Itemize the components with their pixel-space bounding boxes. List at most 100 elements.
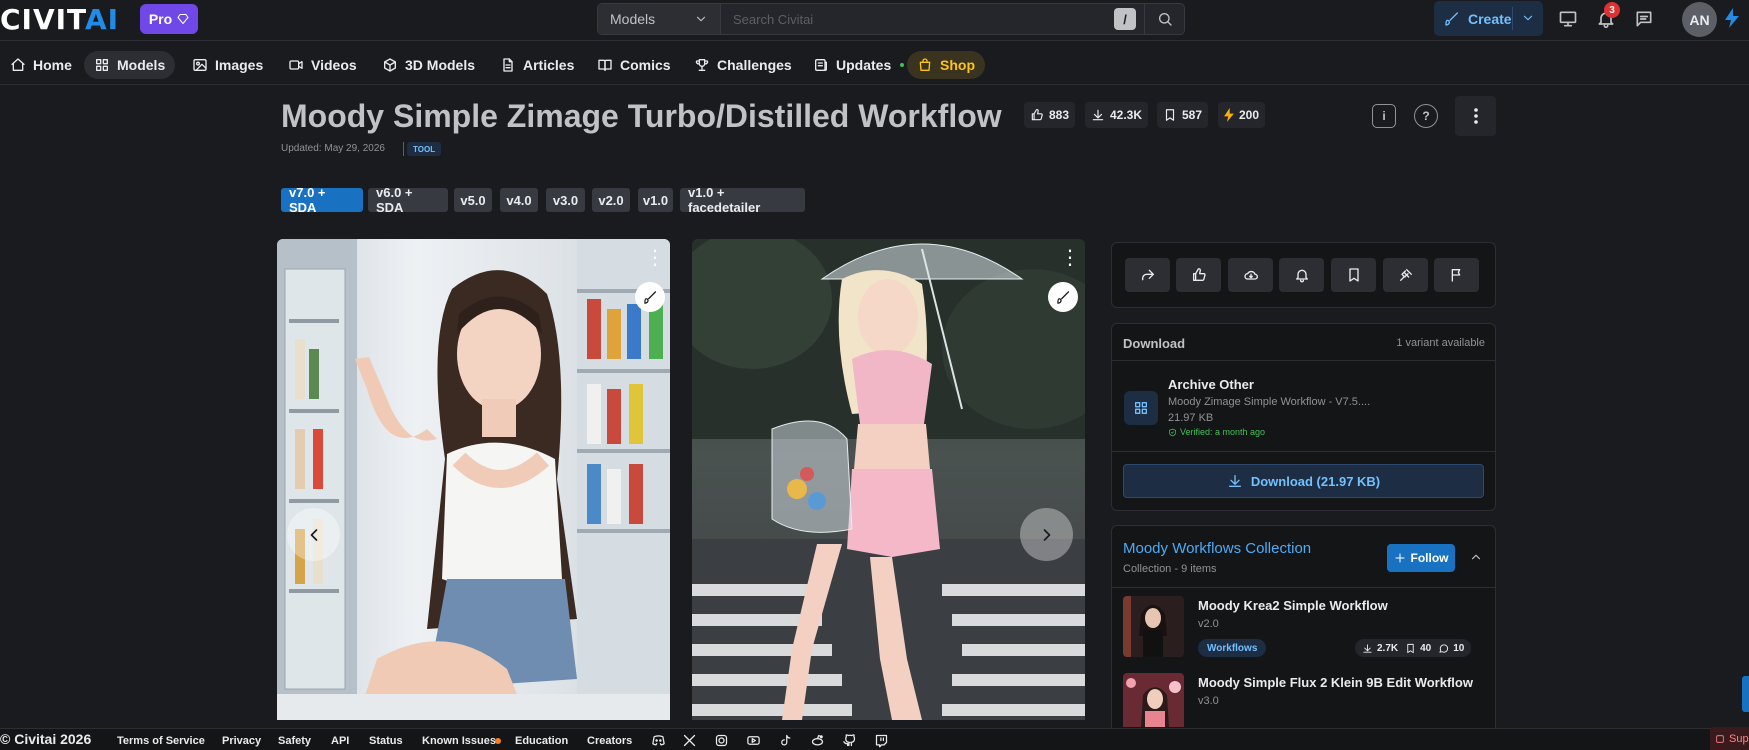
info-icon[interactable]: i [1372,104,1396,128]
version-tab[interactable]: v5.0 [454,188,492,212]
cloud-icon [1243,270,1258,280]
image-options-button[interactable]: ⋮ [645,247,665,269]
home-icon [11,58,25,71]
support-button[interactable]: Sup [1710,727,1749,750]
report-button[interactable] [1434,258,1479,292]
nav-videos[interactable]: Videos [278,51,367,79]
follow-button[interactable]: Follow [1387,544,1455,572]
footer-link-education[interactable]: Education [515,735,568,747]
flag-icon [1451,269,1460,282]
updates-indicator-dot [900,63,905,67]
tiktok-icon[interactable] [778,733,793,748]
more-options-button[interactable] [1455,96,1496,136]
brush-icon [643,290,656,304]
version-tab[interactable]: v3.0 [546,188,585,212]
collection-item-thumbnail[interactable] [1123,596,1184,657]
collapse-button[interactable] [1469,550,1483,564]
video-icon [289,60,303,70]
shopping-bag-icon [919,58,931,71]
carousel-next-button[interactable] [1020,508,1073,561]
collection-item-thumbnail[interactable] [1123,673,1184,727]
share-button[interactable] [1125,258,1170,292]
collection-item-name[interactable]: Moody Krea2 Simple Workflow [1198,598,1388,613]
download-button[interactable]: Download (21.97 KB) [1123,464,1484,498]
cloud-download-button[interactable] [1228,258,1273,292]
remix-button[interactable] [635,282,665,312]
remix-button[interactable] [1048,282,1078,312]
version-tab[interactable]: v7.0 + SDA [281,185,363,215]
model-type-badge: TOOL [407,142,442,156]
like-button[interactable] [1176,258,1221,292]
verified-status: Verified: a month ago [1168,427,1265,437]
chevron-down-icon[interactable] [1521,11,1535,25]
collection-item-tag: Workflows [1198,639,1267,657]
nav-3d-models[interactable]: 3D Models [372,51,485,79]
search-bar: Models / [597,3,1185,35]
pro-badge-button[interactable]: Pro [140,4,198,34]
nav-home[interactable]: Home [0,51,82,79]
civitai-logo[interactable]: CIVITAI [0,6,119,34]
reddit-icon[interactable] [810,733,825,748]
nav-shop[interactable]: Shop [907,51,985,79]
nav-articles[interactable]: Articles [490,51,584,79]
thumbs-up-icon [1192,268,1206,282]
tip-button[interactable] [1383,258,1428,292]
x-twitter-icon[interactable] [682,733,697,748]
bookmark-button[interactable] [1331,258,1376,292]
file-type: Archive Other [1168,377,1254,392]
version-tab[interactable]: v2.0 [592,188,630,212]
notify-button[interactable] [1279,258,1324,292]
nav-models[interactable]: Models [84,51,176,79]
user-avatar[interactable]: AN [1682,2,1717,37]
help-icon[interactable]: ? [1414,104,1438,128]
footer-link-known-issues[interactable]: Known Issues [422,735,496,747]
discord-icon[interactable] [651,733,666,748]
nav-comics[interactable]: Comics [587,51,681,79]
gallery-image[interactable]: ⋮ [277,239,670,720]
image-options-button[interactable]: ⋮ [1060,247,1080,269]
chevron-up-icon [1471,554,1481,560]
nav-updates[interactable]: Updates [803,51,914,79]
nav-images[interactable]: Images [182,51,273,79]
version-tab[interactable]: v4.0 [500,188,538,212]
news-icon [815,59,827,71]
brush-icon [1056,290,1069,304]
file-size: 21.97 KB [1168,412,1214,424]
bolt-icon [1224,108,1234,122]
footer-link-privacy[interactable]: Privacy [222,735,261,747]
twitch-icon[interactable] [874,733,889,748]
footer-link-api[interactable]: API [331,735,349,747]
page-title: Moody Simple Zimage Turbo/Distilled Work… [281,98,1002,134]
version-tab[interactable]: v1.0 + facedetailer [680,185,805,215]
buzz-icon[interactable] [1725,8,1739,28]
comment-icon [1439,643,1449,653]
side-feedback-tab[interactable] [1742,676,1749,712]
likes-stat[interactable]: 883 [1024,102,1076,128]
photo-woman-umbrella-crosswalk [692,239,1085,720]
version-tab[interactable]: v6.0 + SDA [368,185,448,215]
buzz-stat[interactable]: 200 [1218,102,1266,128]
youtube-icon[interactable] [746,733,761,748]
search-input[interactable] [721,4,1114,34]
version-tab[interactable]: v1.0 [638,188,673,212]
search-category-select[interactable]: Models [598,4,721,34]
chat-icon[interactable] [1632,7,1656,31]
bookmark-icon [1165,109,1175,121]
footer-link-safety[interactable]: Safety [278,735,311,747]
monitor-icon[interactable] [1556,7,1580,31]
collection-item-name[interactable]: Moody Simple Flux 2 Klein 9B Edit Workfl… [1198,675,1473,690]
carousel-prev-button[interactable] [287,508,340,561]
gallery-image[interactable]: ⋮ [692,239,1085,720]
brush-icon [1445,11,1458,26]
nav-challenges[interactable]: Challenges [684,51,802,79]
search-button[interactable] [1144,4,1184,34]
github-icon[interactable] [842,733,857,748]
download-icon [1092,109,1104,121]
collection-title[interactable]: Moody Workflows Collection [1123,540,1311,557]
footer-link-terms[interactable]: Terms of Service [117,735,205,747]
bookmarks-stat[interactable]: 587 [1157,102,1209,128]
footer-link-status[interactable]: Status [369,735,403,747]
create-button[interactable]: Create [1434,1,1543,36]
footer-link-creators[interactable]: Creators [587,735,632,747]
instagram-icon[interactable] [714,733,729,748]
